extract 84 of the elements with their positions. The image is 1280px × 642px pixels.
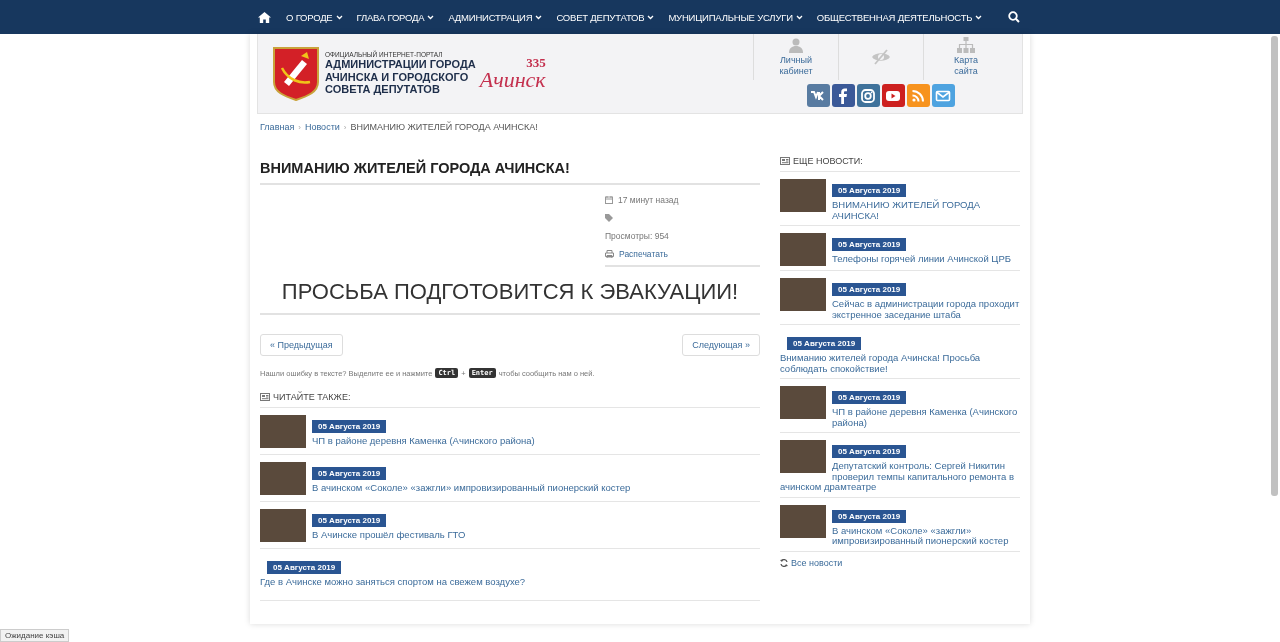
article-title: ВНИМАНИЮ ЖИТЕЛЕЙ ГОРОДА АЧИНСКА! bbox=[260, 160, 760, 185]
nav-menu-item[interactable]: ОБЩЕСТВЕННАЯ ДЕЯТЕЛЬНОСТЬ bbox=[809, 11, 990, 23]
portal-title: СОВЕТА ДЕПУТАТОВ bbox=[325, 83, 441, 96]
printer-icon bbox=[605, 250, 614, 258]
all-news-link[interactable]: Все новости bbox=[780, 557, 1020, 568]
date-badge: 05 Августа 2019 bbox=[832, 509, 907, 523]
date-badge: 05 Августа 2019 bbox=[312, 467, 387, 480]
coat-of-arms-icon[interactable] bbox=[272, 45, 320, 102]
breadcrumb-separator: › bbox=[343, 122, 347, 132]
scrollbar-thumb[interactable] bbox=[1271, 36, 1278, 496]
eye-slash-icon bbox=[871, 49, 891, 65]
breadcrumb-current: ВНИМАНИЮ ЖИТЕЛЕЙ ГОРОДА АЧИНСКА! bbox=[350, 122, 538, 132]
news-link[interactable]: Сейчас в администрации города проходит экстренное заседание штаба bbox=[780, 299, 1020, 320]
photo-placeholder bbox=[260, 509, 306, 542]
view-count: Просмотры: 954 bbox=[605, 231, 669, 241]
date-badge: 05 Августа 2019 bbox=[267, 561, 342, 574]
photo-placeholder bbox=[780, 386, 826, 419]
tags-icon bbox=[605, 214, 614, 222]
sitemap-link[interactable]: Карта сайта bbox=[923, 34, 1008, 80]
date-badge: 05 Августа 2019 bbox=[832, 445, 907, 458]
portal-title: АДМИНИСТРАЦИИ ГОРОДА bbox=[325, 58, 476, 71]
news-link[interactable]: В ачинском «Соколе» «зажгли» импровизированный пионерский костер bbox=[260, 483, 760, 494]
photo-placeholder bbox=[780, 440, 826, 473]
date-badge: 05 Августа 2019 bbox=[832, 238, 907, 251]
refresh-icon bbox=[780, 558, 788, 567]
user-icon bbox=[788, 37, 804, 53]
date-badge: 05 Августа 2019 bbox=[787, 337, 862, 350]
breadcrumb-link[interactable]: Главная bbox=[260, 122, 295, 132]
print-link[interactable]: Распечатать bbox=[605, 249, 669, 259]
caret-icon bbox=[647, 14, 655, 20]
caret-icon bbox=[535, 14, 543, 20]
nav-menu-item[interactable]: О ГОРОДЕ bbox=[279, 11, 350, 23]
nav-menu-item[interactable]: СОВЕТ ДЕПУТАТОВ bbox=[549, 11, 662, 23]
breadcrumb-link[interactable]: Новости bbox=[304, 122, 340, 132]
anniversary-city: Ачинск bbox=[479, 69, 546, 91]
date-badge: 05 Августа 2019 bbox=[312, 420, 387, 433]
news-link[interactable]: Вниманию жителей города Ачинска! Просьба соблюдать спокойствие! bbox=[780, 353, 1020, 374]
caret-icon bbox=[427, 14, 435, 20]
youtube-button[interactable] bbox=[881, 84, 905, 107]
newspaper-icon bbox=[780, 157, 790, 165]
instagram-button[interactable] bbox=[856, 84, 880, 107]
section-heading: ЕЩЕ НОВОСТИ: bbox=[793, 156, 863, 166]
date-badge: 05 Августа 2019 bbox=[832, 283, 907, 296]
news-link[interactable]: ЧП в районе деревня Каменка (Ачинского района) bbox=[780, 407, 1020, 428]
portal-title: АЧИНСКА И ГОРОДСКОГО bbox=[325, 70, 470, 84]
sitemap-icon bbox=[957, 37, 975, 53]
next-button[interactable]: Следующая » bbox=[682, 334, 760, 356]
nav-menu-item[interactable]: ГЛАВА ГОРОДА bbox=[349, 11, 442, 23]
facebook-button[interactable] bbox=[831, 84, 855, 107]
photo-placeholder bbox=[780, 504, 826, 538]
publish-time: 17 минут назад bbox=[618, 195, 679, 205]
article-body: ПРОСЬБА ПОДГОТОВИТСЯ К ЭВАКУАЦИИ! bbox=[260, 267, 760, 315]
news-link[interactable]: Депутатский контроль: Сергей Никитин проверил темпы капитального ремонта в ачинском драмтеатре bbox=[780, 461, 1020, 493]
caret-icon bbox=[335, 14, 343, 20]
anniversary-number: 335 bbox=[526, 56, 546, 69]
newspaper-icon bbox=[260, 393, 270, 401]
user-link[interactable]: Личный кабинет bbox=[753, 34, 838, 80]
vk-button[interactable] bbox=[806, 84, 830, 107]
caret-icon bbox=[975, 14, 983, 20]
previous-button[interactable]: « Предыдущая bbox=[260, 334, 343, 356]
news-link[interactable]: В ачинском «Соколе» «зажгли» импровизированный пионерский костер bbox=[780, 525, 1020, 547]
news-link[interactable]: Телефоны горячей линии Ачинской ЦРБ bbox=[780, 254, 1020, 265]
caret-icon bbox=[795, 14, 803, 20]
news-link[interactable]: В Ачинске прошёл фестиваль ГТО bbox=[260, 530, 760, 541]
news-link[interactable]: ВНИМАНИЮ ЖИТЕЛЕЙ ГОРОДА АЧИНСКА! bbox=[780, 200, 1020, 221]
date-badge: 05 Августа 2019 bbox=[312, 514, 387, 527]
browser-status: Ожидание кэша bbox=[0, 629, 70, 642]
mail-button[interactable] bbox=[931, 84, 955, 107]
photo-placeholder bbox=[780, 278, 826, 311]
search-icon[interactable] bbox=[1008, 11, 1020, 23]
photo-placeholder bbox=[780, 233, 826, 266]
nav-menu-item[interactable]: МУНИЦИПАЛЬНЫЕ УСЛУГИ bbox=[661, 11, 810, 23]
news-link[interactable]: Где в Ачинске можно заняться спортом на свежем воздухе? bbox=[260, 577, 760, 588]
section-heading: ЧИТАЙТЕ ТАКЖЕ: bbox=[273, 392, 351, 402]
breadcrumb-separator: › bbox=[298, 122, 301, 132]
calendar-icon bbox=[605, 196, 613, 204]
date-badge: 05 Августа 2019 bbox=[832, 184, 907, 197]
nav-menu-item[interactable]: АДМИНИСТРАЦИЯ bbox=[441, 11, 550, 23]
photo-placeholder bbox=[260, 415, 306, 448]
news-link[interactable]: ЧП в районе деревня Каменка (Ачинского района) bbox=[260, 436, 760, 447]
photo-placeholder bbox=[260, 462, 306, 495]
home-icon[interactable] bbox=[258, 11, 271, 23]
date-badge: 05 Августа 2019 bbox=[832, 391, 907, 404]
photo-placeholder bbox=[780, 179, 826, 212]
